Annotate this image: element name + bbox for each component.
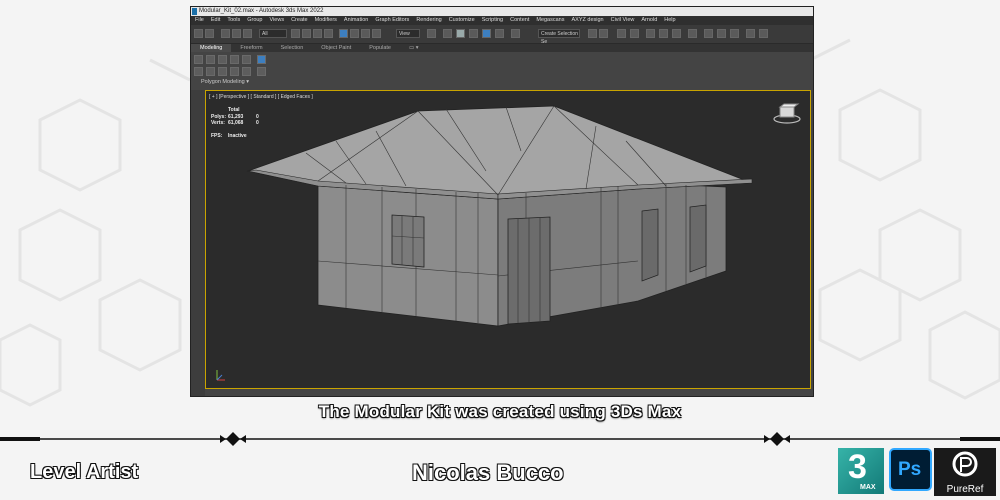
caption-text: The Modular Kit was created using 3Ds Ma… bbox=[318, 402, 682, 421]
menu-megascans[interactable]: Megascans bbox=[534, 16, 569, 25]
axis-gizmo-icon bbox=[216, 370, 225, 381]
select-object-icon[interactable] bbox=[291, 29, 300, 38]
menu-group[interactable]: Group bbox=[245, 16, 267, 25]
modify-mode-icon[interactable] bbox=[194, 67, 203, 76]
render-setup-icon[interactable] bbox=[704, 29, 713, 38]
3dsmax-app-icon bbox=[192, 8, 197, 15]
angle-snap-icon[interactable] bbox=[469, 29, 478, 38]
use-soft-selection-icon[interactable] bbox=[257, 55, 266, 64]
pureref-logo-text: PureRef bbox=[946, 484, 984, 495]
toggle-scene-explorer-icon[interactable] bbox=[617, 29, 626, 38]
menu-civil-view[interactable]: Civil View bbox=[609, 16, 640, 25]
menu-tools[interactable]: Tools bbox=[225, 16, 245, 25]
window-crossing-icon[interactable] bbox=[324, 29, 333, 38]
render-in-cloud-icon[interactable] bbox=[746, 29, 755, 38]
bind-space-warp-icon[interactable] bbox=[243, 29, 252, 38]
menu-file[interactable]: File bbox=[193, 16, 209, 25]
viewport-left-strip bbox=[191, 90, 205, 396]
menu-help[interactable]: Help bbox=[662, 16, 680, 25]
menu-create[interactable]: Create bbox=[289, 16, 313, 25]
polygon-mode-icon[interactable] bbox=[230, 55, 239, 64]
ribbon-options-icon[interactable]: ▭ ▾ bbox=[400, 44, 428, 52]
polygon-modeling-panel-label[interactable]: Polygon Modeling ▾ bbox=[201, 79, 249, 85]
select-and-place-icon[interactable] bbox=[372, 29, 381, 38]
rendered-frame-window-icon[interactable] bbox=[717, 29, 726, 38]
menu-edit[interactable]: Edit bbox=[209, 16, 225, 25]
photoshop-logo: Ps bbox=[889, 448, 932, 491]
curve-editor-icon[interactable] bbox=[659, 29, 668, 38]
role-title: Level Artist bbox=[30, 461, 139, 483]
preserve-uvs-icon[interactable] bbox=[230, 67, 239, 76]
tab-object-paint[interactable]: Object Paint bbox=[312, 44, 360, 52]
element-mode-icon[interactable] bbox=[242, 55, 251, 64]
spinner-snap-icon[interactable] bbox=[495, 29, 504, 38]
render-production-icon[interactable] bbox=[730, 29, 739, 38]
menu-content[interactable]: Content bbox=[508, 16, 534, 25]
tab-populate[interactable]: Populate bbox=[360, 44, 400, 52]
collapse-stack-icon[interactable] bbox=[206, 67, 215, 76]
menu-axyz-design[interactable]: AXYZ design bbox=[570, 16, 609, 25]
link-icon[interactable] bbox=[221, 29, 230, 38]
artist-name: Nicolas Bucco bbox=[412, 460, 564, 485]
rectangular-selection-icon[interactable] bbox=[313, 29, 322, 38]
photoshop-logo-text: Ps bbox=[898, 459, 922, 480]
pureref-icon bbox=[952, 451, 978, 477]
align-icon[interactable] bbox=[599, 29, 608, 38]
snaps-toggle-icon[interactable] bbox=[456, 29, 465, 38]
select-and-scale-icon[interactable] bbox=[361, 29, 370, 38]
show-end-result-icon[interactable] bbox=[218, 67, 227, 76]
pivot-center-icon[interactable] bbox=[427, 29, 436, 38]
menu-arnold[interactable]: Arnold bbox=[639, 16, 662, 25]
ribbon-tabs: Modeling Freeform Selection Object Paint… bbox=[191, 44, 813, 52]
redo-icon[interactable] bbox=[205, 29, 214, 38]
unlink-icon[interactable] bbox=[232, 29, 241, 38]
select-and-rotate-icon[interactable] bbox=[350, 29, 359, 38]
menu-graph-editors[interactable]: Graph Editors bbox=[373, 16, 414, 25]
menu-modifiers[interactable]: Modifiers bbox=[313, 16, 342, 25]
perspective-viewport[interactable]: [ + ] [Perspective ] [ Standard ] [ Edge… bbox=[205, 90, 811, 389]
ribbon-panel: Polygon Modeling ▾ bbox=[191, 52, 813, 88]
ignore-backfacing-icon[interactable] bbox=[257, 67, 266, 76]
main-toolbar: All View Create Selection Se bbox=[191, 25, 813, 45]
toggle-layer-explorer-icon[interactable] bbox=[630, 29, 639, 38]
tab-freeform[interactable]: Freeform bbox=[231, 44, 271, 52]
repeat-last-icon[interactable] bbox=[242, 67, 251, 76]
3dsmax-logo-number: 3 bbox=[848, 448, 867, 486]
3dsmax-logo: 3 MAX bbox=[838, 448, 884, 494]
material-editor-icon[interactable] bbox=[688, 29, 697, 38]
ornamental-divider bbox=[0, 432, 1000, 446]
title-bar: Modular_Kit_02.max - Autodesk 3ds Max 20… bbox=[191, 7, 813, 16]
house-model[interactable] bbox=[206, 91, 811, 389]
menu-animation[interactable]: Animation bbox=[342, 16, 373, 25]
select-and-move-icon[interactable] bbox=[339, 29, 348, 38]
schematic-view-icon[interactable] bbox=[672, 29, 681, 38]
border-mode-icon[interactable] bbox=[218, 55, 227, 64]
mirror-icon[interactable] bbox=[588, 29, 597, 38]
3dsmax-window: Modular_Kit_02.max - Autodesk 3ds Max 20… bbox=[190, 6, 814, 397]
menu-scripting[interactable]: Scripting bbox=[480, 16, 508, 25]
vertex-mode-icon[interactable] bbox=[194, 55, 203, 64]
pureref-logo: PureRef bbox=[934, 448, 996, 496]
teapot-icon[interactable] bbox=[759, 29, 768, 38]
3dsmax-logo-text: MAX bbox=[860, 484, 876, 491]
edit-named-selection-icon[interactable] bbox=[511, 29, 520, 38]
reference-coordinate-dropdown[interactable]: View bbox=[396, 29, 420, 38]
named-selection-set-dropdown[interactable]: Create Selection Se bbox=[538, 29, 580, 45]
selection-filter-dropdown[interactable]: All bbox=[259, 29, 287, 38]
tab-modeling[interactable]: Modeling bbox=[191, 44, 232, 52]
menu-bar: File Edit Tools Group Views Create Modif… bbox=[191, 16, 813, 25]
menu-views[interactable]: Views bbox=[268, 16, 290, 25]
select-by-name-icon[interactable] bbox=[302, 29, 311, 38]
percent-snap-icon[interactable] bbox=[482, 29, 491, 38]
keyboard-shortcut-override-icon[interactable] bbox=[443, 29, 452, 38]
undo-icon[interactable] bbox=[194, 29, 203, 38]
window-title: Modular_Kit_02.max - Autodesk 3ds Max 20… bbox=[199, 8, 324, 14]
menu-customize[interactable]: Customize bbox=[447, 16, 480, 25]
edge-mode-icon[interactable] bbox=[206, 55, 215, 64]
toggle-ribbon-icon[interactable] bbox=[646, 29, 655, 38]
tab-selection[interactable]: Selection bbox=[272, 44, 313, 52]
menu-rendering[interactable]: Rendering bbox=[414, 16, 446, 25]
